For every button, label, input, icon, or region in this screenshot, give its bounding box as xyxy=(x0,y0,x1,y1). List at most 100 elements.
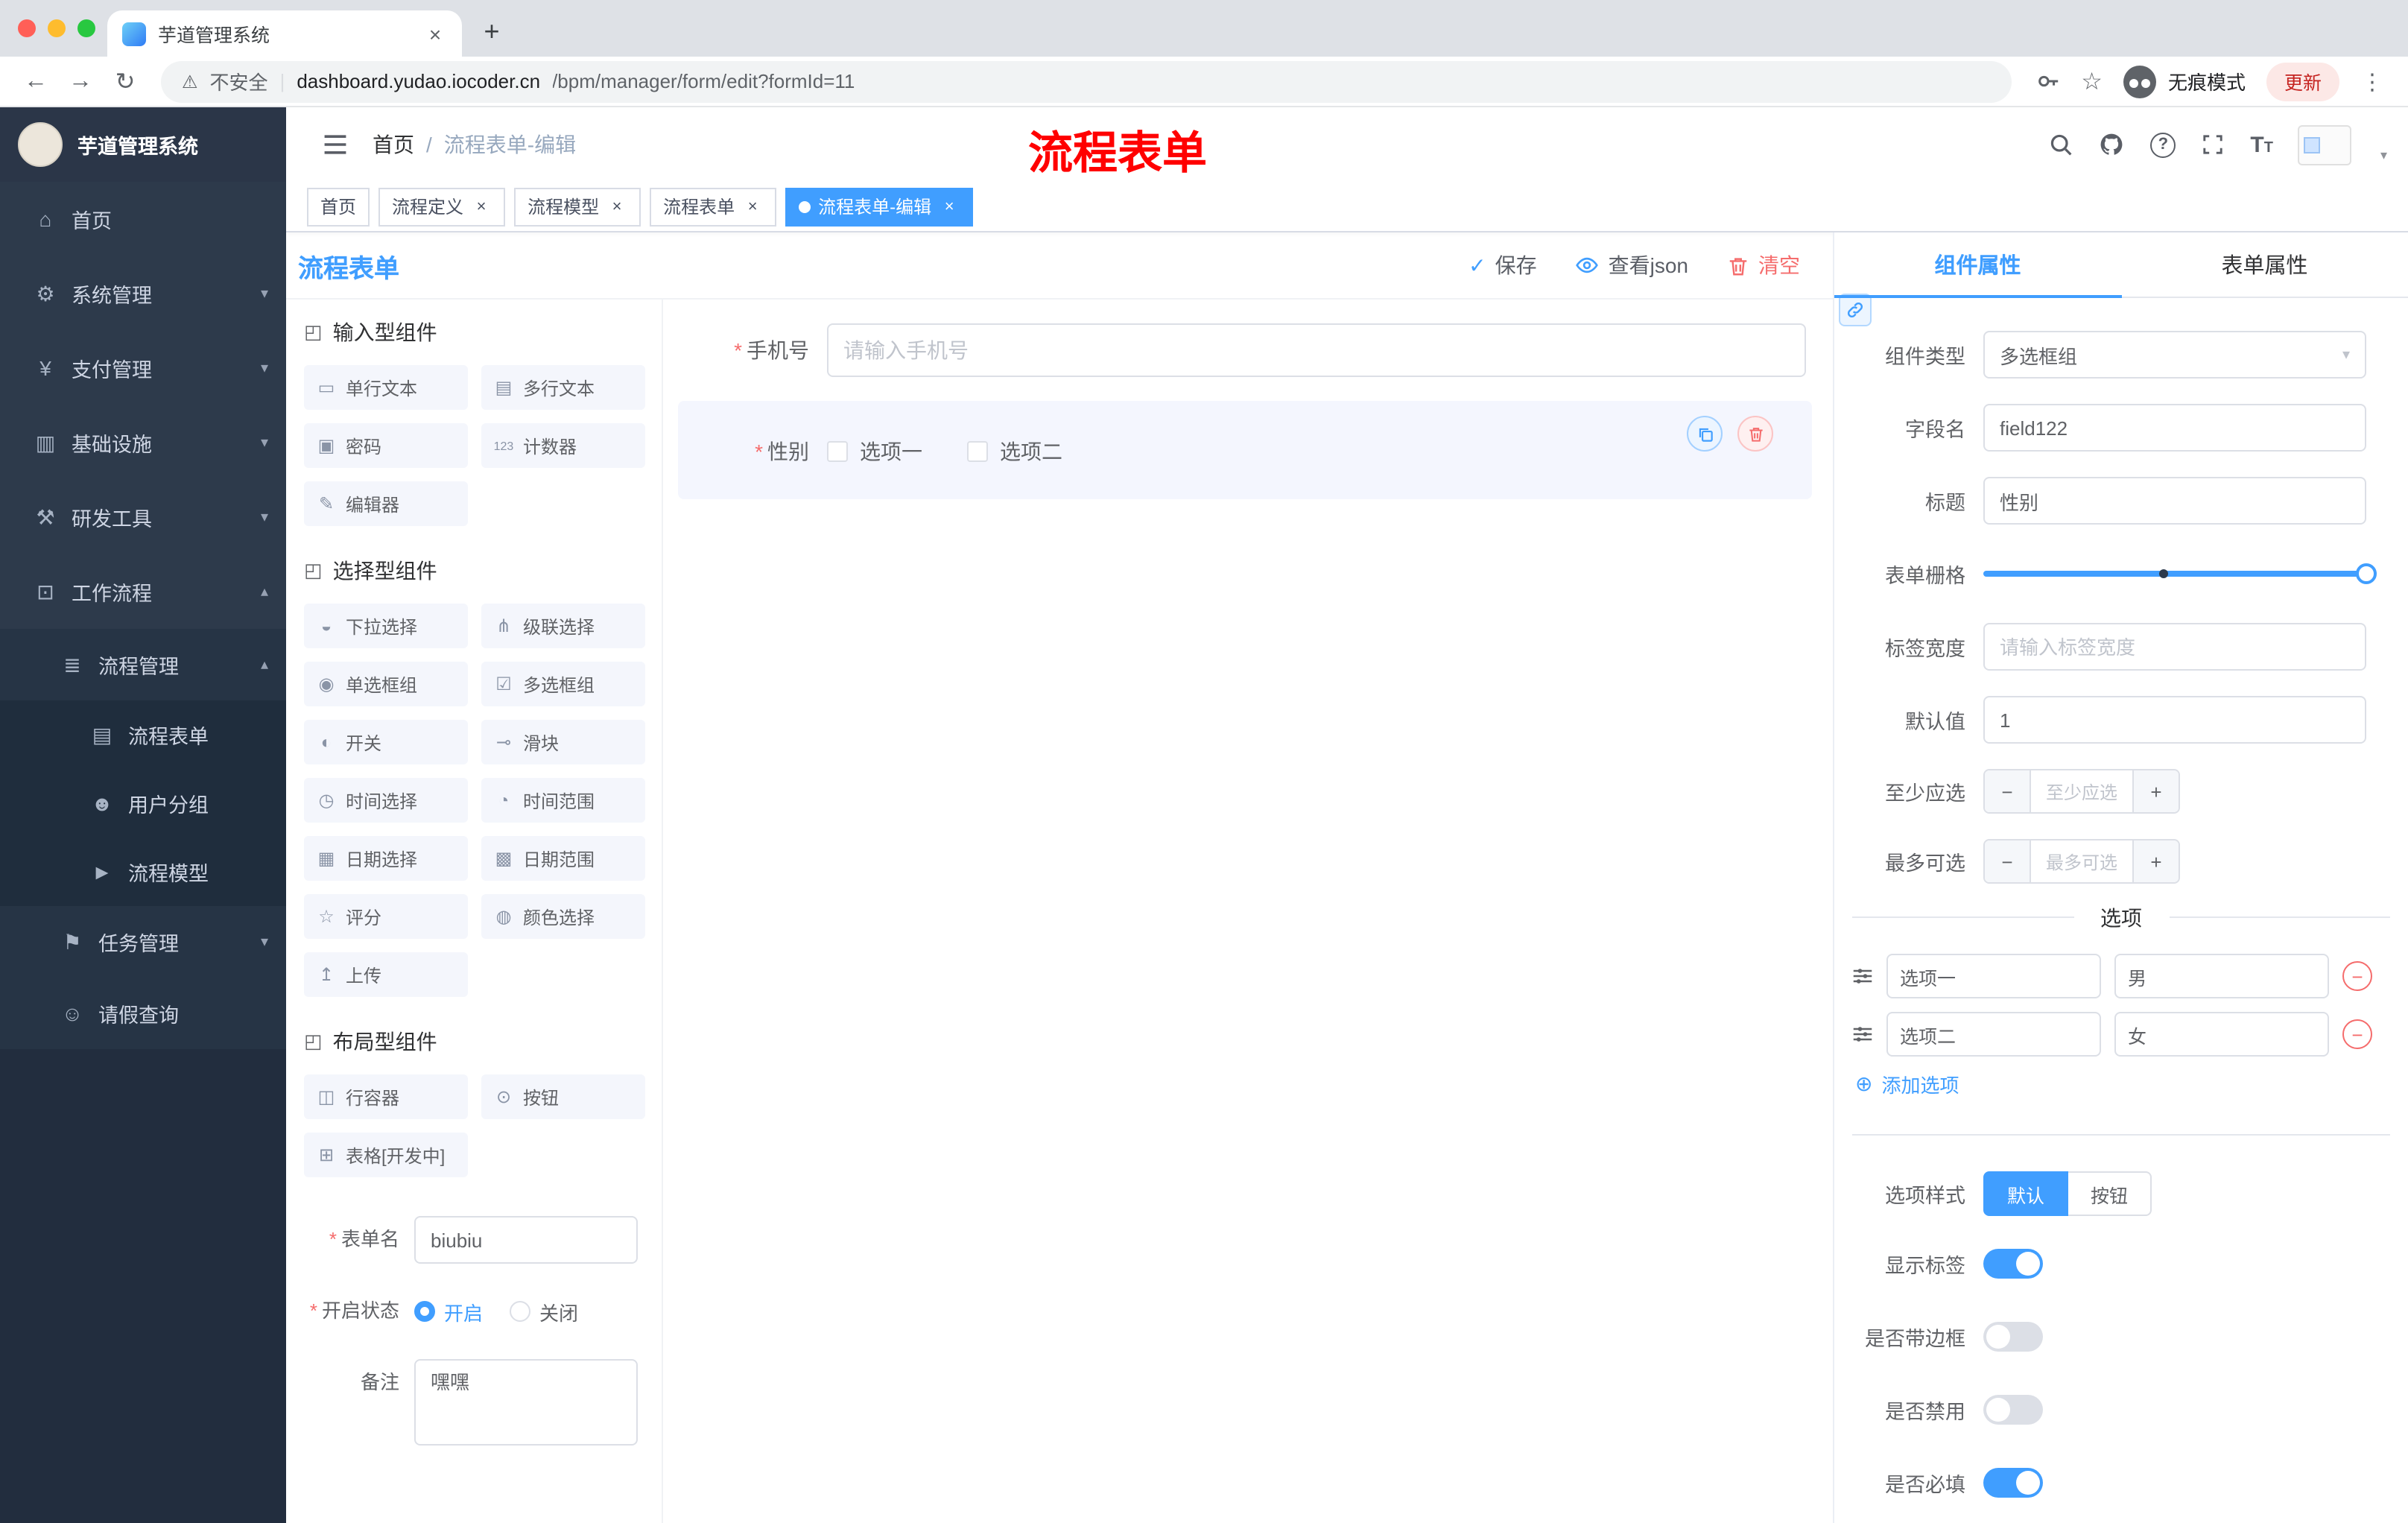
comp-color-picker[interactable]: ◍ 颜色选择 xyxy=(481,894,645,939)
comp-date-range[interactable]: ▩ 日期范围 xyxy=(481,836,645,881)
window-close-button[interactable] xyxy=(18,19,36,37)
decrement-button[interactable]: − xyxy=(1985,770,2030,812)
option-value-input[interactable] xyxy=(2114,954,2329,998)
github-icon[interactable] xyxy=(2098,131,2125,158)
fullscreen-icon[interactable] xyxy=(2201,133,2225,156)
browser-update-button[interactable]: 更新 xyxy=(2266,62,2339,101)
comp-time-range[interactable]: ◔ 时间范围 xyxy=(481,778,645,823)
url-bar[interactable]: ⚠ 不安全 | dashboard.yudao.iocoder.cn /bpm/… xyxy=(161,60,2012,102)
increment-button[interactable]: + xyxy=(2134,770,2179,812)
option-label-input[interactable] xyxy=(1886,1012,2101,1057)
increment-button[interactable]: + xyxy=(2134,840,2179,882)
sidebar-item-leave-query[interactable]: ☺ 请假查询 xyxy=(0,978,286,1049)
style-default-button[interactable]: 默认 xyxy=(1983,1171,2069,1216)
comp-date-picker[interactable]: ▦ 日期选择 xyxy=(304,836,468,881)
tag-close-icon[interactable]: × xyxy=(742,196,763,217)
copy-field-button[interactable] xyxy=(1687,416,1723,452)
border-switch[interactable] xyxy=(1983,1322,2043,1352)
default-value-input[interactable] xyxy=(1983,696,2366,744)
style-button-button[interactable]: 按钮 xyxy=(2068,1171,2152,1216)
sidebar-item-home[interactable]: ⌂ 首页 xyxy=(0,182,286,256)
drag-handle-icon[interactable] xyxy=(1852,1024,1873,1045)
new-tab-button[interactable]: + xyxy=(471,10,513,52)
sidebar-item-user-group[interactable]: ☻ 用户分组 xyxy=(0,769,286,838)
remove-option-button[interactable]: − xyxy=(2342,1019,2372,1049)
tag-home[interactable]: 首页 xyxy=(307,187,370,226)
comp-editor[interactable]: ✎ 编辑器 xyxy=(304,481,468,526)
required-switch[interactable] xyxy=(1983,1468,2043,1498)
sidebar-item-process-form[interactable]: ▤ 流程表单 xyxy=(0,700,286,769)
tag-process-model[interactable]: 流程模型 × xyxy=(514,187,641,226)
comp-input-text[interactable]: ▭ 单行文本 xyxy=(304,365,468,410)
hamburger-icon[interactable] xyxy=(322,131,349,158)
comp-time-picker[interactable]: ◷ 时间选择 xyxy=(304,778,468,823)
label-width-input[interactable] xyxy=(1983,623,2366,671)
field-name-input[interactable] xyxy=(1983,404,2366,452)
tag-process-form-edit[interactable]: 流程表单-编辑 × xyxy=(785,187,974,226)
avatar[interactable] xyxy=(2298,124,2352,165)
comp-counter[interactable]: 123 计数器 xyxy=(481,423,645,468)
comp-rate[interactable]: ☆ 评分 xyxy=(304,894,468,939)
phone-input[interactable] xyxy=(827,323,1806,377)
tag-close-icon[interactable]: × xyxy=(471,196,492,217)
reload-icon[interactable]: ↻ xyxy=(104,60,146,102)
breadcrumb-home[interactable]: 首页 xyxy=(373,130,414,159)
add-option-button[interactable]: ⊕ 添加选项 xyxy=(1855,1070,2408,1098)
sidebar-item-process-model[interactable]: ► 流程模型 xyxy=(0,838,286,906)
comp-button[interactable]: ⊙ 按钮 xyxy=(481,1074,645,1119)
status-off-radio[interactable]: 关闭 xyxy=(510,1297,578,1326)
clear-button[interactable]: 清空 xyxy=(1727,250,1800,280)
decrement-button[interactable]: − xyxy=(1985,840,2030,882)
bookmark-star-icon[interactable]: ☆ xyxy=(2081,66,2103,96)
comp-switch[interactable]: ◐ 开关 xyxy=(304,720,468,764)
tag-close-icon[interactable]: × xyxy=(939,196,960,217)
tab-close-icon[interactable]: × xyxy=(423,22,447,45)
comp-slider[interactable]: ⊸ 滑块 xyxy=(481,720,645,764)
avatar-caret-icon[interactable]: ▾ xyxy=(2380,147,2387,163)
tag-close-icon[interactable]: × xyxy=(606,196,627,217)
tab-form-props[interactable]: 表单属性 xyxy=(2121,232,2408,297)
slider-handle[interactable] xyxy=(2356,563,2377,584)
option-value-input[interactable] xyxy=(2114,1012,2329,1057)
tab-component-props[interactable]: 组件属性 xyxy=(1834,232,2121,298)
tag-process-form[interactable]: 流程表单 × xyxy=(650,187,777,226)
forward-icon[interactable]: → xyxy=(60,60,101,102)
browser-menu-icon[interactable]: ⋮ xyxy=(2360,68,2384,95)
canvas-field-gender[interactable]: 性别 选项一 选项二 xyxy=(678,401,1812,499)
checkbox[interactable] xyxy=(967,441,988,462)
password-key-icon[interactable] xyxy=(2035,69,2060,94)
comp-password[interactable]: ▣ 密码 xyxy=(304,423,468,468)
canvas-field-phone[interactable]: 手机号 xyxy=(678,311,1812,389)
sidebar-item-devtools[interactable]: ⚒ 研发工具 ▾ xyxy=(0,480,286,554)
search-icon[interactable] xyxy=(2049,133,2073,156)
form-grid-slider[interactable] xyxy=(1983,550,2377,598)
save-button[interactable]: ✓ 保存 xyxy=(1468,250,1536,280)
comp-radio-group[interactable]: ◉ 单选框组 xyxy=(304,662,468,706)
comp-upload[interactable]: ↥ 上传 xyxy=(304,952,468,997)
sidebar-item-process-management[interactable]: ≣ 流程管理 ▴ xyxy=(0,629,286,700)
comp-row-container[interactable]: ◫ 行容器 xyxy=(304,1074,468,1119)
component-type-select[interactable]: 多选框组 ▾ xyxy=(1983,331,2366,379)
comp-table[interactable]: ⊞ 表格[开发中] xyxy=(304,1133,468,1177)
sidebar-item-system[interactable]: ⚙ 系统管理 ▾ xyxy=(0,256,286,331)
sidebar-item-infrastructure[interactable]: ▥ 基础设施 ▾ xyxy=(0,405,286,480)
comp-cascader[interactable]: ⋔ 级联选择 xyxy=(481,604,645,648)
comp-textarea[interactable]: ▤ 多行文本 xyxy=(481,365,645,410)
comp-checkbox-group[interactable]: ☑ 多选框组 xyxy=(481,662,645,706)
sidebar-item-workflow[interactable]: ⊡ 工作流程 ▴ xyxy=(0,554,286,629)
remark-textarea[interactable]: 嘿嘿 xyxy=(414,1359,638,1446)
gender-option-2[interactable]: 选项二 xyxy=(967,437,1062,466)
link-icon[interactable] xyxy=(1839,294,1872,326)
max-select-value[interactable]: 最多可选 xyxy=(2030,840,2134,882)
min-select-value[interactable]: 至少应选 xyxy=(2030,770,2134,812)
title-input[interactable] xyxy=(1983,477,2366,525)
status-on-radio[interactable]: 开启 xyxy=(414,1297,483,1326)
back-icon[interactable]: ← xyxy=(15,60,57,102)
delete-field-button[interactable] xyxy=(1737,416,1773,452)
comp-select[interactable]: ◒ 下拉选择 xyxy=(304,604,468,648)
tag-process-definition[interactable]: 流程定义 × xyxy=(378,187,506,226)
remove-option-button[interactable]: − xyxy=(2342,961,2372,991)
font-size-icon[interactable]: TT xyxy=(2250,132,2273,157)
checkbox[interactable] xyxy=(827,441,848,462)
option-label-input[interactable] xyxy=(1886,954,2101,998)
